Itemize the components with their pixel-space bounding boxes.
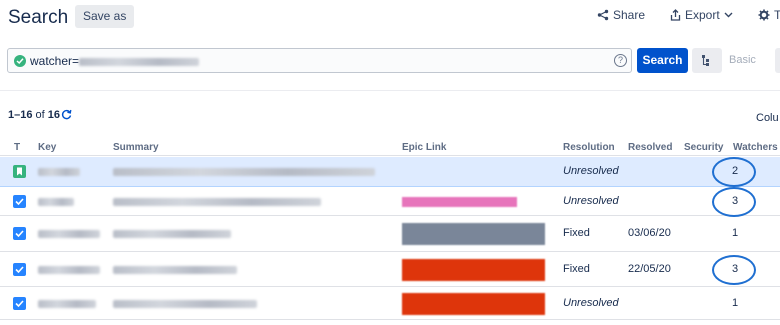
view-toggle-button[interactable] bbox=[692, 48, 722, 73]
save-as-button[interactable]: Save as bbox=[75, 5, 135, 28]
resolution-cell: Unresolved bbox=[563, 195, 619, 207]
results-range: 1–16 bbox=[8, 109, 33, 121]
column-header-watchers[interactable]: Watchers bbox=[733, 142, 778, 153]
search-button[interactable]: Search bbox=[637, 48, 688, 73]
issue-key-redacted[interactable] bbox=[38, 168, 80, 176]
tools-button[interactable]: To bbox=[758, 8, 780, 22]
resolved-date-cell: 22/05/20 bbox=[628, 263, 671, 275]
gear-icon bbox=[758, 9, 770, 21]
column-header-security[interactable]: Security bbox=[684, 142, 723, 153]
issue-key-redacted[interactable] bbox=[38, 300, 96, 308]
issue-summary-redacted[interactable] bbox=[113, 300, 257, 308]
valid-check-icon bbox=[14, 55, 26, 67]
task-icon bbox=[13, 195, 26, 208]
resolution-cell: Unresolved bbox=[563, 297, 619, 309]
results-of: of bbox=[35, 109, 45, 121]
annotation-circle bbox=[712, 157, 756, 187]
column-header-key[interactable]: Key bbox=[38, 142, 56, 153]
epic-link-label[interactable] bbox=[402, 197, 517, 207]
issue-key-redacted[interactable] bbox=[38, 198, 74, 206]
more-button[interactable] bbox=[775, 48, 780, 73]
watchers-count-cell: 1 bbox=[732, 297, 739, 309]
jql-query-prefix: watcher= bbox=[30, 54, 80, 68]
resolution-cell: Fixed bbox=[563, 227, 590, 239]
column-header-resolution[interactable]: Resolution bbox=[563, 142, 615, 153]
issue-summary-redacted[interactable] bbox=[113, 230, 231, 238]
refresh-icon[interactable] bbox=[61, 109, 72, 123]
resolution-cell: Fixed bbox=[563, 263, 590, 275]
annotation-circle bbox=[712, 187, 756, 217]
column-header-summary[interactable]: Summary bbox=[113, 142, 159, 153]
table-row[interactable]: Unresolved 2 bbox=[0, 157, 780, 187]
jql-query-text: watcher= bbox=[30, 54, 200, 68]
chevron-down-icon bbox=[724, 12, 733, 18]
columns-button[interactable]: Colu bbox=[756, 112, 779, 124]
help-icon[interactable]: ? bbox=[614, 54, 627, 67]
export-icon bbox=[670, 9, 681, 21]
epic-link-label[interactable] bbox=[402, 293, 545, 315]
page-title: Search bbox=[8, 7, 69, 28]
issue-summary-redacted[interactable] bbox=[113, 168, 375, 176]
column-header-resolved[interactable]: Resolved bbox=[628, 142, 672, 153]
header-divider bbox=[0, 90, 780, 91]
share-label: Share bbox=[613, 8, 646, 22]
epic-link-label[interactable] bbox=[402, 259, 545, 281]
issue-key-redacted[interactable] bbox=[38, 230, 100, 238]
share-button[interactable]: Share bbox=[597, 8, 645, 22]
issue-summary-redacted[interactable] bbox=[113, 266, 237, 274]
column-header-epic-link[interactable]: Epic Link bbox=[402, 142, 446, 153]
search-row: watcher= ? Search Basic bbox=[0, 45, 780, 75]
table-row[interactable]: Unresolved 3 bbox=[0, 187, 780, 217]
issue-summary-redacted[interactable] bbox=[113, 198, 321, 206]
table-row[interactable]: Unresolved 1 bbox=[0, 287, 780, 320]
results-total: 16 bbox=[47, 109, 61, 121]
table-row[interactable]: Fixed 03/06/20 1 bbox=[0, 216, 780, 252]
results-count: 1–16 of 16 bbox=[8, 109, 72, 123]
task-icon bbox=[13, 227, 26, 240]
jql-query-input[interactable]: watcher= ? bbox=[7, 48, 632, 73]
basic-search-link[interactable]: Basic bbox=[729, 54, 756, 66]
story-icon bbox=[13, 165, 26, 178]
header-line bbox=[0, 155, 780, 156]
resolution-cell: Unresolved bbox=[563, 165, 619, 177]
watchers-count-cell: 1 bbox=[732, 227, 739, 239]
export-label: Export bbox=[685, 8, 720, 22]
resolved-date-cell: 03/06/20 bbox=[628, 227, 671, 239]
redacted-user bbox=[79, 57, 200, 66]
column-header-type[interactable]: T bbox=[14, 142, 20, 153]
table-row[interactable]: Fixed 22/05/20 3 bbox=[0, 252, 780, 287]
export-button[interactable]: Export bbox=[670, 8, 733, 22]
share-icon bbox=[597, 9, 609, 21]
tools-label: To bbox=[774, 8, 780, 22]
task-icon bbox=[13, 263, 26, 276]
top-bar: Search Save as Share Export To bbox=[0, 0, 780, 36]
epic-link-label[interactable] bbox=[402, 223, 545, 245]
issue-key-redacted[interactable] bbox=[38, 266, 100, 274]
annotation-circle bbox=[712, 255, 756, 285]
task-icon bbox=[13, 297, 26, 310]
